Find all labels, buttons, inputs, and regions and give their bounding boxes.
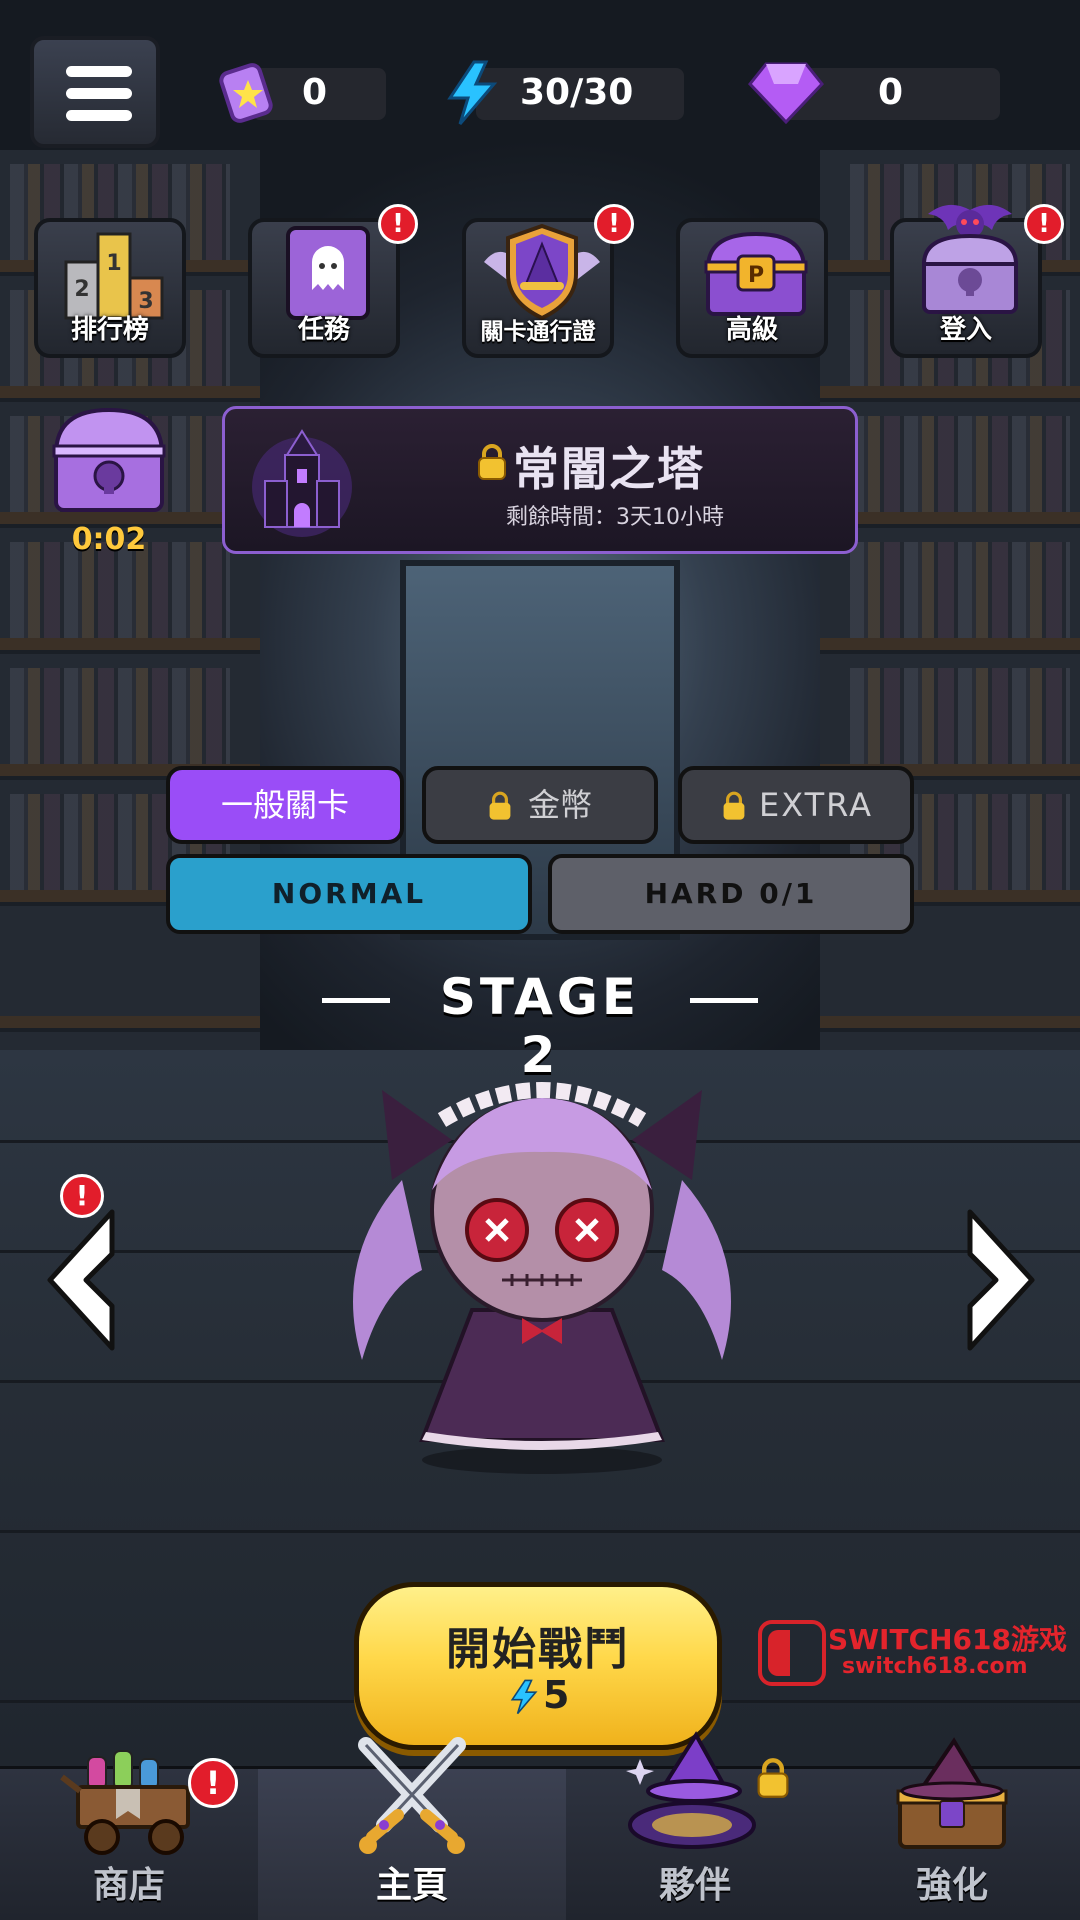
crossed-swords-icon (358, 1737, 466, 1854)
nav-upgrade-label: 強化 (915, 1865, 988, 1906)
treasure-chest-p-icon: P (704, 231, 808, 316)
timed-chest-button[interactable] (50, 404, 168, 516)
switch-logo-icon (758, 1620, 826, 1686)
voodoo-doll-boss (322, 1040, 762, 1480)
tab-normal-stages-label: 一般關卡 (220, 786, 349, 824)
login-label: 登入 (939, 315, 992, 345)
nav-companions[interactable]: 夥伴 (566, 1731, 824, 1920)
premium-label: 高級 (725, 315, 778, 345)
previous-stage-button[interactable] (42, 1206, 122, 1354)
previous-stage-alert-badge: ! (60, 1174, 104, 1218)
wizard-hat-portal-icon (626, 1731, 756, 1849)
difficulty-normal-button[interactable]: NORMAL (166, 854, 532, 934)
lightning-icon (444, 60, 500, 130)
nav-companions-label: 夥伴 (658, 1865, 731, 1906)
difficulty-hard-button[interactable]: HARD 0/1 (548, 854, 914, 934)
tab-gold-stages[interactable]: 金幣 (422, 766, 658, 844)
event-banner[interactable]: 常闇之塔 剩餘時間：3天10小時 (222, 406, 858, 554)
watermark-title: SWITCH618游戏 (828, 1623, 1067, 1656)
stage-title-line-right (690, 998, 758, 1003)
nav-shop-label: 商店 (92, 1865, 165, 1906)
nav-home-label: 主頁 (375, 1865, 448, 1906)
gem-icon (748, 60, 824, 128)
tab-extra-stages[interactable]: EXTRA (678, 766, 914, 844)
lock-icon (723, 791, 745, 820)
watermark-url: switch618.com (842, 1654, 1028, 1679)
chevron-right-icon (967, 1209, 1035, 1351)
nav-upgrade[interactable]: 強化 (824, 1737, 1080, 1920)
event-title: 常闇之塔 (513, 442, 705, 496)
bat-chest-icon (921, 204, 1019, 314)
shop-alert-badge: ! (188, 1758, 238, 1808)
hat-chest-icon (896, 1737, 1008, 1849)
chevron-left-icon (47, 1209, 115, 1351)
lightning-icon (510, 1679, 538, 1715)
dark-tower-icon (252, 429, 352, 537)
leaderboard-label: 排行榜 (70, 315, 149, 345)
ticket-icon (218, 62, 278, 130)
quest-label: 任務 (297, 315, 350, 345)
quest-alert-badge: ! (378, 204, 418, 244)
purple-chest-icon (52, 407, 166, 512)
chest-timer: 0:02 (71, 522, 147, 557)
premium-button[interactable]: P 高級 (676, 218, 828, 358)
stage-pass-button[interactable]: 關卡通行證 (462, 218, 614, 358)
difficulty-hard-label: HARD 0/1 (644, 877, 818, 910)
gem-count: 0 (878, 72, 904, 113)
login-reward-button[interactable]: 登入 (890, 204, 1042, 358)
lock-icon (478, 444, 506, 480)
tab-extra-label: EXTRA (759, 786, 873, 824)
ticket-count: 0 (302, 72, 328, 113)
event-remaining-time: 剩餘時間：3天10小時 (506, 505, 724, 530)
svg-text:P: P (748, 263, 764, 288)
start-battle-label: 開始戰鬥 (446, 1624, 630, 1675)
lock-icon (757, 1758, 789, 1798)
svg-text:1: 1 (106, 251, 121, 276)
next-stage-button[interactable] (960, 1206, 1040, 1354)
quest-button[interactable]: 任務 (248, 218, 400, 358)
potion-cart-icon (60, 1750, 190, 1855)
stage-pass-alert-badge: ! (594, 204, 634, 244)
quest-book-icon (286, 226, 370, 320)
tab-gold-label: 金幣 (527, 786, 592, 824)
leaderboard-button[interactable]: 2 1 3 排行榜 (34, 218, 186, 358)
start-battle-energy-cost: 5 (543, 1673, 570, 1717)
wizard-shield-icon (484, 223, 600, 321)
stage-title-line-left (322, 998, 390, 1003)
energy-counter: 30/30 (476, 68, 684, 120)
difficulty-normal-label: NORMAL (271, 877, 427, 910)
svg-text:2: 2 (74, 277, 89, 302)
lock-icon (489, 791, 511, 820)
tab-normal-stages[interactable]: 一般關卡 (166, 766, 404, 844)
start-battle-button[interactable]: 開始戰鬥 5 (354, 1582, 722, 1750)
energy-count: 30/30 (520, 72, 634, 113)
login-alert-badge: ! (1024, 204, 1064, 244)
stage-pass-label: 關卡通行證 (480, 319, 596, 345)
nav-home[interactable]: 主頁 (258, 1737, 566, 1920)
menu-button[interactable] (30, 36, 160, 148)
